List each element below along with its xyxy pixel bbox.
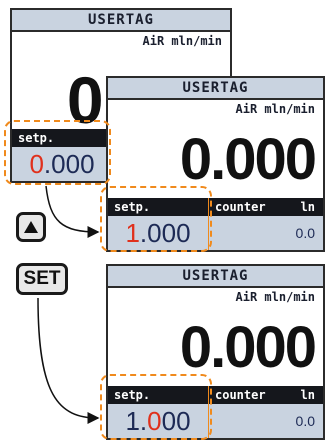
- connector-arrows: [37, 185, 100, 424]
- arrow-2: [37, 297, 100, 424]
- arrow-1: [45, 185, 100, 238]
